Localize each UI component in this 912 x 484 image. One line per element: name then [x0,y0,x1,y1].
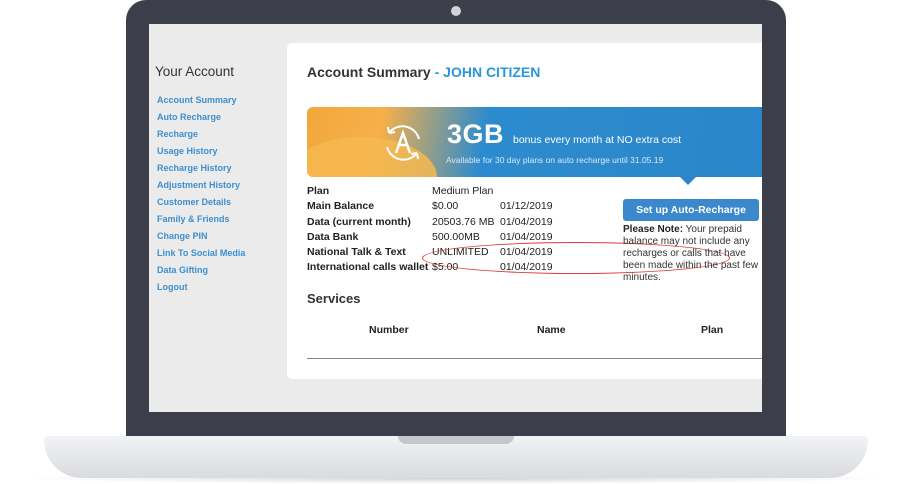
laptop-base-notch [398,436,514,444]
banner-pointer [680,177,696,185]
sidebar-item-customer-details[interactable]: Customer Details [157,196,245,213]
promo-banner[interactable]: 3GB bonus every month at NO extra cost A… [307,107,762,177]
title-separator: - [430,64,444,80]
sidebar-item-recharge[interactable]: Recharge [157,128,245,145]
sidebar-title: Your Account [155,64,235,79]
row-label: Data (current month) [307,215,411,228]
sidebar-item-usage-history[interactable]: Usage History [157,145,245,162]
banner-headline: 3GB [447,119,505,149]
services-column-name: Name [537,324,566,336]
note-label: Please Note: [623,224,684,235]
customer-name: JOHN CITIZEN [443,64,541,80]
sidebar-item-adjustment-history[interactable]: Adjustment History [157,179,245,196]
sidebar-item-data-gifting[interactable]: Data Gifting [157,264,245,281]
sidebar-nav: Account Summary Auto Recharge Recharge U… [157,94,245,298]
row-label: Main Balance [307,200,375,213]
banner-subtext: Available for 30 day plans on auto recha… [446,155,664,165]
services-column-number: Number [369,324,409,336]
row-label: International calls wallet [307,261,429,274]
services-column-plan: Plan [701,324,724,336]
sidebar-item-logout[interactable]: Logout [157,281,245,298]
row-date: 01/04/2019 [500,230,553,243]
row-date: 01/04/2019 [500,215,553,228]
row-label: Plan [307,185,330,197]
row-label: National Talk & Text [307,246,406,259]
row-value: $0.00 [432,200,459,213]
sidebar-item-family-friends[interactable]: Family & Friends [157,213,245,230]
balance-note: Please Note: Your prepaid balance may no… [623,224,762,284]
services-divider [307,358,762,359]
banner-text: bonus every month at NO extra cost [513,134,682,146]
sidebar-item-auto-recharge[interactable]: Auto Recharge [157,111,245,128]
row-value: Medium Plan [432,185,494,197]
sidebar-item-recharge-history[interactable]: Recharge History [157,162,245,179]
services-title: Services [307,291,361,306]
sidebar-item-change-pin[interactable]: Change PIN [157,230,245,247]
row-date: 01/12/2019 [500,200,553,213]
browser-screen: Your Account Account Summary Auto Rechar… [149,24,762,412]
row-value: 500.00MB [432,230,480,243]
setup-auto-recharge-button[interactable]: Set up Auto-Recharge [623,199,759,221]
recharge-cycle-icon [386,125,420,161]
sidebar-item-account-summary[interactable]: Account Summary [157,94,245,111]
row-label: Data Bank [307,230,359,243]
page-title: Account Summary - JOHN CITIZEN [307,64,540,80]
page-title-text: Account Summary [307,64,431,80]
sidebar-item-link-social-media[interactable]: Link To Social Media [157,247,245,264]
account-summary-card: Account Summary - JOHN CITIZEN 3GB bonus… [287,43,762,379]
webcam-dot [451,6,461,16]
row-value: 20503.76 MB [432,215,495,228]
